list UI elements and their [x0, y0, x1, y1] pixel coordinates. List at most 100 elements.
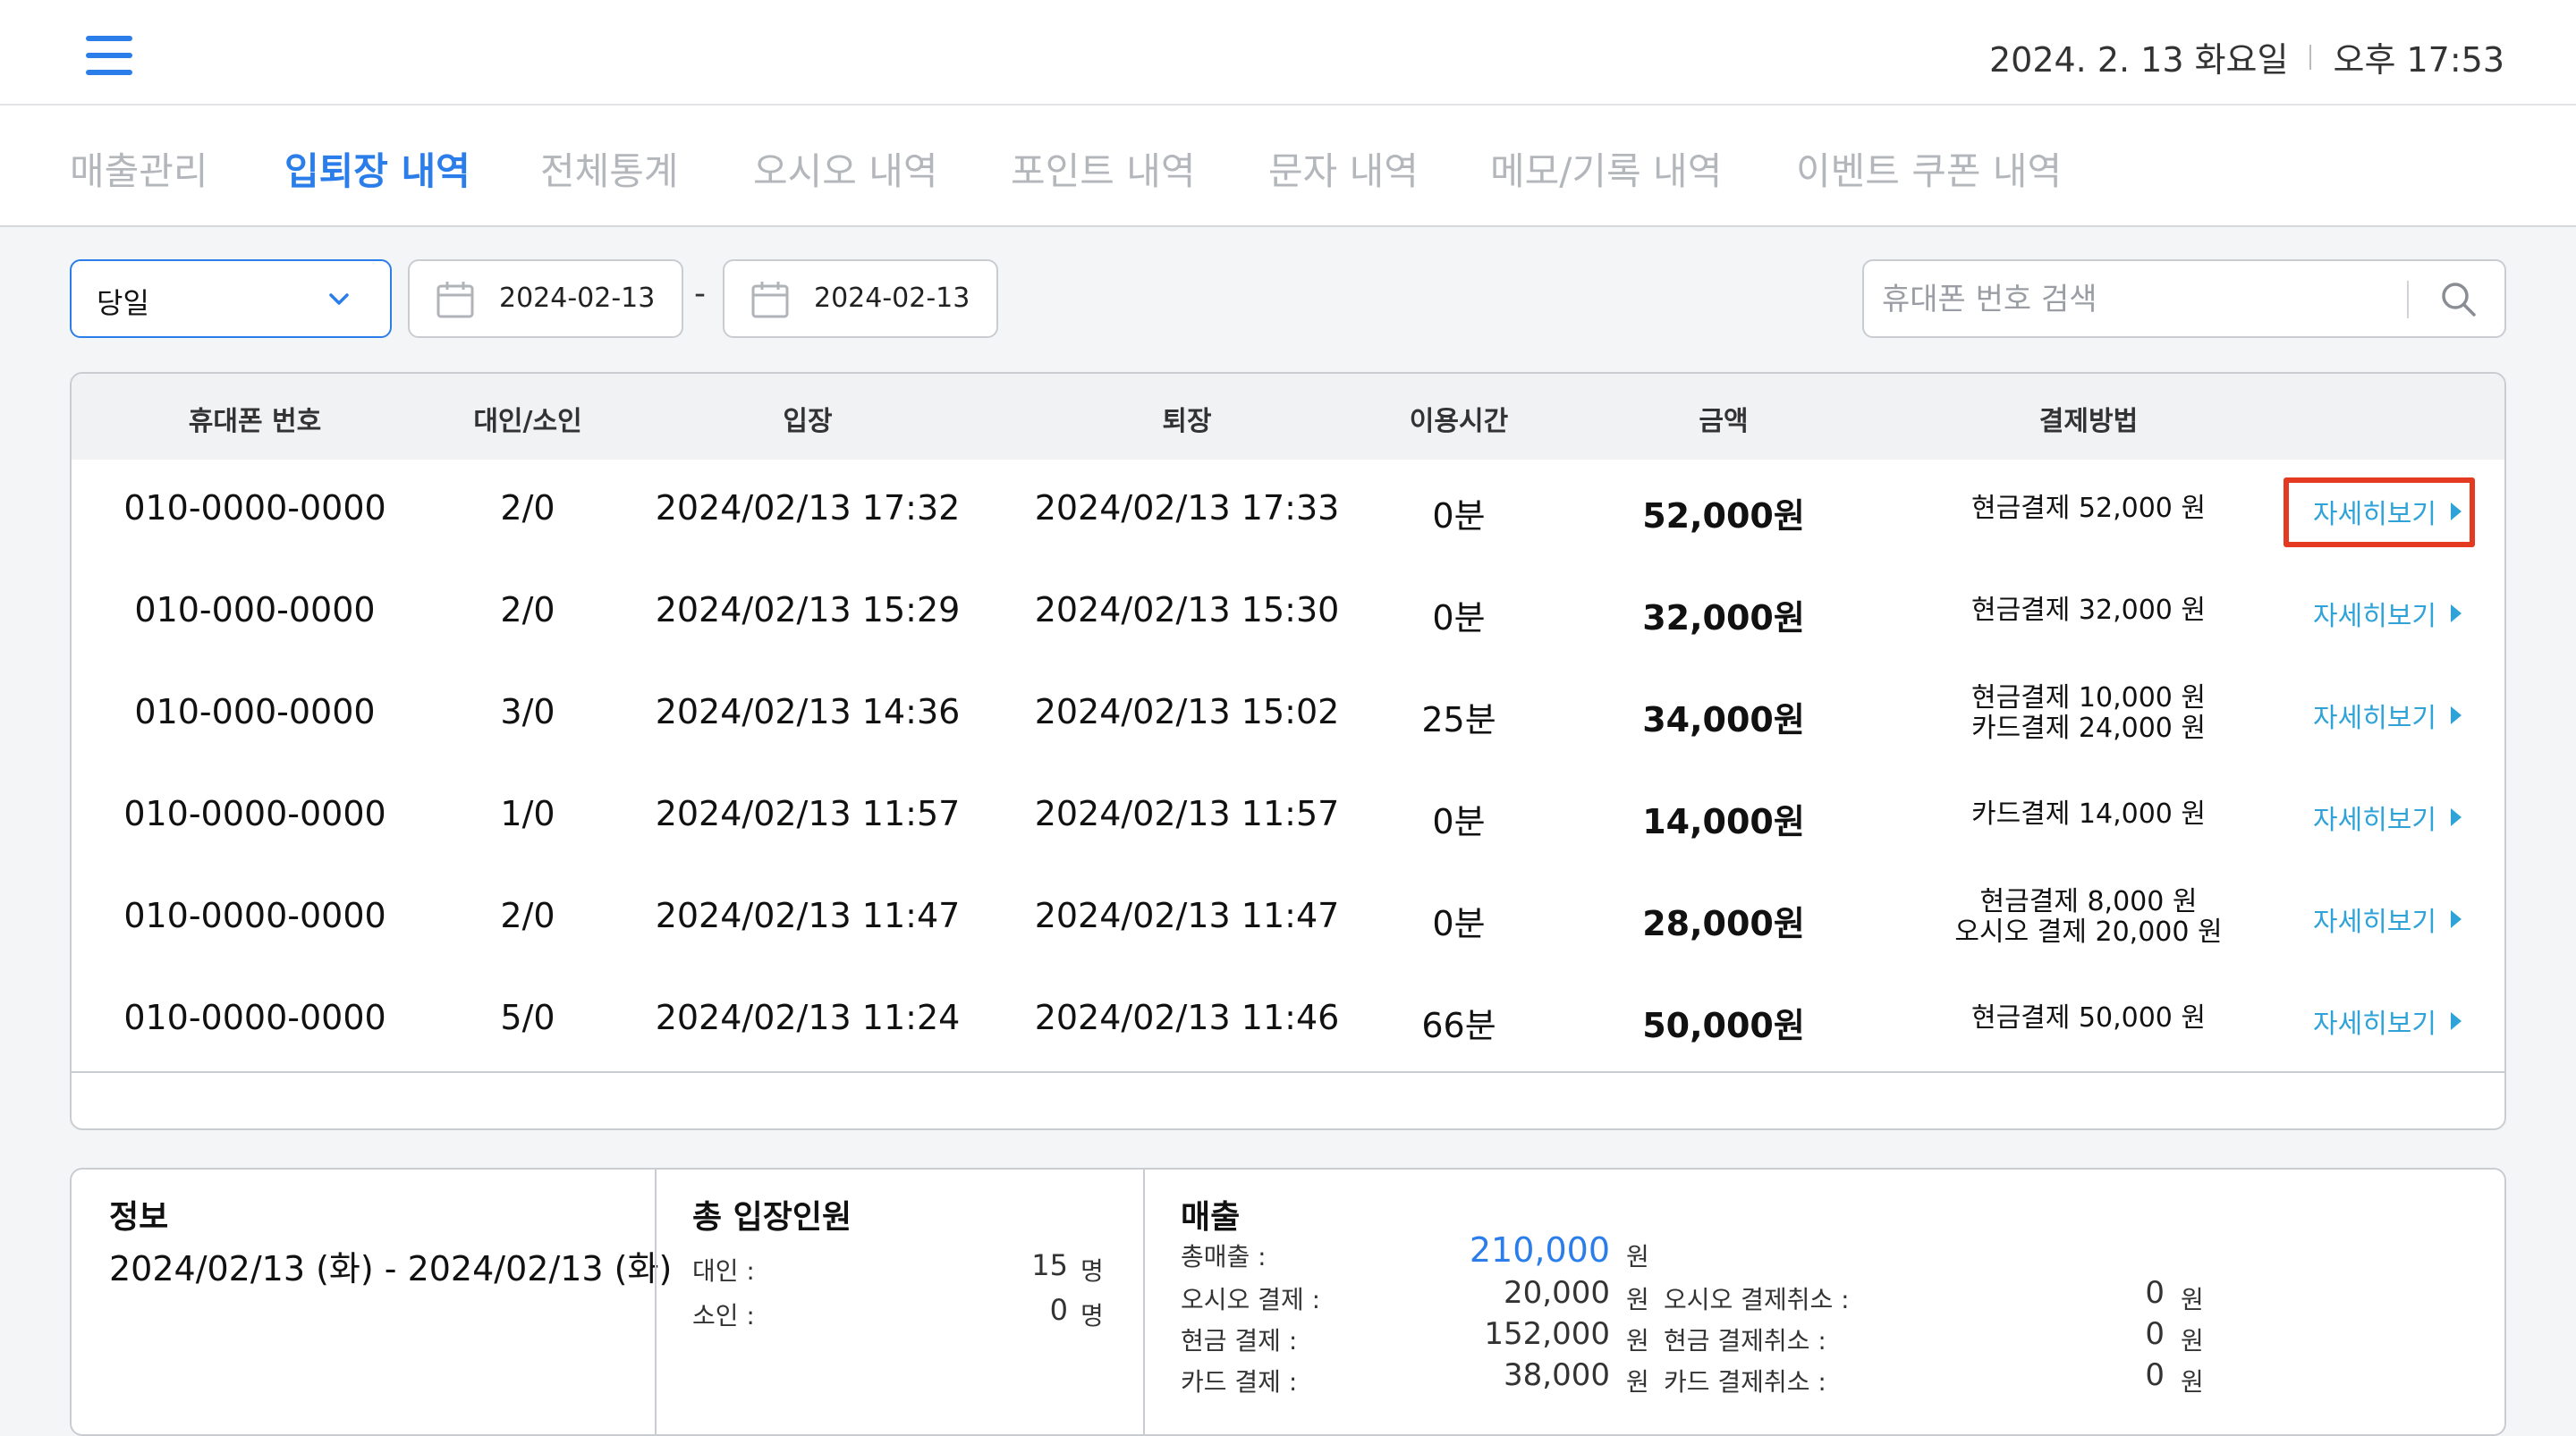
cell-payment: 현금결제 10,000 원 카드결제 24,000 원 — [1971, 683, 2206, 744]
child-label: 소인 : — [692, 1301, 755, 1330]
won-unit: 원 — [2181, 1285, 2204, 1314]
cell-entry: 2024/02/13 14:36 — [655, 692, 961, 731]
cell-phone: 010-0000-0000 — [123, 896, 386, 935]
chevron-down-icon — [329, 293, 349, 305]
cell-entry: 2024/02/13 11:24 — [655, 998, 961, 1037]
tab-statistics[interactable]: 전체통계 — [540, 141, 679, 196]
calendar-icon — [436, 282, 474, 318]
visitors-title: 총 입장인원 — [692, 1199, 852, 1236]
payment-line: 현금결제 50,000 원 — [1970, 1002, 2207, 1034]
phone-search-box — [1862, 259, 2506, 338]
total-sales-value: 210,000 — [1469, 1230, 1610, 1270]
cell-exit: 2024/02/13 15:02 — [1034, 692, 1340, 731]
cell-amount: 50,000원 — [1642, 1006, 1805, 1045]
tab-sales[interactable]: 매출관리 — [70, 141, 208, 196]
search-icon[interactable] — [2436, 277, 2481, 322]
cell-entry: 2024/02/13 11:47 — [655, 896, 961, 935]
payment-line: 카드결제 24,000 원 — [1970, 713, 2207, 744]
cell-exit: 2024/02/13 15:30 — [1034, 590, 1340, 629]
cash-cancel-value: 0 — [2145, 1316, 2165, 1352]
cell-amount: 28,000원 — [1642, 904, 1805, 943]
caret-right-icon — [2451, 604, 2462, 622]
current-time: 오후 17:53 — [2333, 40, 2504, 80]
table-header: 휴대폰 번호 대인/소인 입장 퇴장 이용시간 금액 결제방법 — [72, 374, 2504, 461]
cell-phone: 010-000-0000 — [134, 692, 376, 731]
cell-phone: 010-0000-0000 — [123, 794, 386, 833]
end-date-picker[interactable]: 2024-02-13 — [723, 259, 998, 338]
cell-people: 5/0 — [500, 998, 555, 1037]
info-title: 정보 — [109, 1199, 169, 1236]
cell-entry: 2024/02/13 11:57 — [655, 794, 961, 833]
caret-right-icon — [2451, 503, 2462, 520]
col-people: 대인/소인 — [473, 406, 582, 437]
payment-line: 현금결제 10,000 원 — [1970, 682, 2207, 714]
calendar-icon — [751, 282, 789, 318]
tab-messages[interactable]: 문자 내역 — [1268, 141, 1419, 196]
cash-cancel-label: 현금 결제취소 : — [1664, 1326, 1826, 1356]
tab-entry-exit[interactable]: 입퇴장 내역 — [284, 141, 470, 196]
card-payment-value: 38,000 — [1504, 1357, 1610, 1393]
card-cancel-value: 0 — [2145, 1357, 2165, 1393]
detail-label: 자세히보기 — [2313, 907, 2436, 938]
won-unit: 원 — [1626, 1242, 1649, 1271]
cash-payment-value: 152,000 — [1484, 1316, 1610, 1352]
period-value: 당일 — [97, 286, 149, 320]
cell-people: 2/0 — [500, 896, 555, 935]
detail-label: 자세히보기 — [2313, 703, 2436, 734]
tab-points[interactable]: 포인트 내역 — [1011, 141, 1196, 196]
summary-divider — [1143, 1170, 1145, 1434]
sales-title: 매출 — [1181, 1199, 1241, 1236]
caret-right-icon — [2451, 1012, 2462, 1030]
tab-bar: 매출관리 입퇴장 내역 전체통계 오시오 내역 포인트 내역 문자 내역 메모/… — [0, 106, 2576, 227]
detail-link[interactable]: 자세히보기 — [2313, 594, 2462, 633]
phone-search-input[interactable] — [1880, 274, 2456, 325]
detail-label: 자세히보기 — [2313, 499, 2436, 530]
menu-icon[interactable] — [86, 36, 132, 75]
child-unit: 명 — [1080, 1301, 1104, 1330]
card-payment-label: 카드 결제 : — [1181, 1367, 1298, 1397]
col-duration: 이용시간 — [1409, 406, 1509, 437]
table-row: 010-0000-0000 5/0 2024/02/13 11:24 2024/… — [72, 969, 2504, 1073]
won-unit: 원 — [2181, 1326, 2204, 1356]
table-row: 010-0000-0000 1/0 2024/02/13 11:57 2024/… — [72, 765, 2504, 869]
adult-count: 15 — [1031, 1248, 1068, 1282]
cell-amount: 52,000원 — [1642, 496, 1805, 536]
caret-right-icon — [2451, 910, 2462, 928]
period-select[interactable]: 당일 — [70, 259, 392, 338]
col-phone: 휴대폰 번호 — [188, 406, 322, 437]
cell-payment: 현금결제 52,000 원 — [1971, 494, 2206, 524]
cell-amount: 14,000원 — [1642, 802, 1805, 841]
detail-link[interactable]: 자세히보기 — [2313, 696, 2462, 735]
adult-unit: 명 — [1080, 1256, 1104, 1286]
child-count: 0 — [1049, 1293, 1068, 1327]
tab-event-coupon[interactable]: 이벤트 쿠폰 내역 — [1796, 141, 2062, 196]
detail-label: 자세히보기 — [2313, 601, 2436, 632]
table-row: 010-000-0000 3/0 2024/02/13 14:36 2024/0… — [72, 663, 2504, 767]
total-sales-label: 총매출 : — [1181, 1242, 1267, 1271]
tab-osio[interactable]: 오시오 내역 — [753, 141, 938, 196]
cell-duration: 0분 — [1432, 904, 1486, 943]
cell-duration: 25분 — [1421, 700, 1496, 739]
col-entry: 입장 — [783, 406, 833, 437]
detail-link[interactable]: 자세히보기 — [2313, 900, 2462, 939]
cell-exit: 2024/02/13 11:57 — [1034, 794, 1340, 833]
osio-payment-label: 오시오 결제 : — [1181, 1285, 1321, 1314]
cell-phone: 010-000-0000 — [134, 590, 376, 629]
caret-right-icon — [2451, 808, 2462, 826]
cell-duration: 0분 — [1432, 802, 1486, 841]
cell-people: 2/0 — [500, 590, 555, 629]
cell-amount: 34,000원 — [1642, 700, 1805, 739]
payment-line: 카드결제 14,000 원 — [1970, 798, 2207, 830]
summary-divider — [655, 1170, 657, 1434]
won-unit: 원 — [1626, 1367, 1649, 1397]
start-date-picker[interactable]: 2024-02-13 — [408, 259, 683, 338]
caret-right-icon — [2451, 706, 2462, 724]
detail-link[interactable]: 자세히보기 — [2313, 492, 2462, 531]
detail-link[interactable]: 자세히보기 — [2313, 798, 2462, 837]
cell-exit: 2024/02/13 11:46 — [1034, 998, 1340, 1037]
cell-payment: 현금결제 8,000 원 오시오 결제 20,000 원 — [1954, 887, 2222, 948]
tab-memo[interactable]: 메모/기록 내역 — [1490, 141, 1722, 196]
detail-link[interactable]: 자세히보기 — [2313, 1001, 2462, 1041]
osio-cancel-label: 오시오 결제취소 : — [1664, 1285, 1850, 1314]
payment-line: 현금결제 32,000 원 — [1970, 595, 2207, 626]
